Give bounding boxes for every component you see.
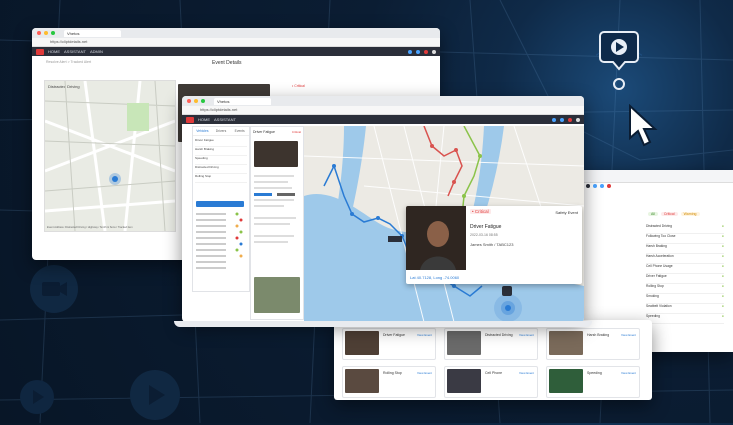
- top-nav: HOME ASSISTANT ADMIN: [32, 47, 440, 56]
- event-card[interactable]: Cell Phone View Event: [444, 366, 538, 398]
- browser-tab[interactable]: Vhetos: [214, 97, 271, 105]
- popup-type: Safety Event: [555, 210, 578, 215]
- popup-driver-photo[interactable]: [406, 206, 466, 270]
- view-event-link[interactable]: View Event: [621, 371, 636, 375]
- filter-warning[interactable]: Warning: [680, 212, 700, 216]
- filter-all[interactable]: All: [648, 212, 658, 216]
- event-card[interactable]: Rolling Stop View Event: [342, 366, 436, 398]
- browser-tab[interactable]: Vhetos: [64, 29, 121, 37]
- card-thumbnail[interactable]: [345, 331, 379, 355]
- nav-admin[interactable]: ADMIN: [90, 49, 103, 54]
- list-item[interactable]: Rolling Stop ●: [646, 284, 724, 294]
- breadcrumb[interactable]: Resolve Alert > Tracked Alert: [46, 60, 91, 64]
- nav-assistant[interactable]: ASSISTANT: [64, 49, 86, 54]
- list-item[interactable]: Cell Phone Usage ●: [646, 264, 724, 274]
- driver-panel: Driver Fatigue Critical: [250, 126, 304, 320]
- left-sidebar: Vehicles Drivers Events Driver Fatigue H…: [192, 126, 250, 292]
- filter-chips: All Critical Warning: [648, 212, 700, 216]
- view-event-link[interactable]: View Event: [417, 371, 432, 375]
- list-item[interactable]: Harsh Acceleration ●: [646, 254, 724, 264]
- popup-coords: Lat 40.7128, Long -74.0060: [410, 275, 460, 280]
- road-camera-thumbnail[interactable]: [254, 277, 300, 313]
- cursor-icon: [628, 103, 662, 153]
- card-title: Driver Fatigue: [383, 333, 405, 337]
- event-card[interactable]: Harsh Braking View Event: [546, 328, 640, 360]
- tab-drivers[interactable]: Drivers: [212, 127, 231, 135]
- event-card[interactable]: Speeding View Event: [546, 366, 640, 398]
- view-event-link[interactable]: View Event: [417, 333, 432, 337]
- tab-events[interactable]: Events: [230, 127, 249, 135]
- nav-home[interactable]: HOME: [48, 49, 60, 54]
- list-item[interactable]: Harsh Braking: [195, 147, 247, 156]
- tab-vehicles[interactable]: Vehicles: [193, 127, 212, 135]
- list-item[interactable]: Harsh Braking ●: [646, 244, 724, 254]
- brand-logo: [36, 48, 44, 55]
- card-title: Distracted Driving: [485, 333, 513, 337]
- list-item[interactable]: Speeding ●: [646, 314, 724, 324]
- list-item[interactable]: Smoking ●: [646, 294, 724, 304]
- card-thumbnail[interactable]: [447, 331, 481, 355]
- card-title: Rolling Stop: [383, 371, 402, 375]
- panel-badge: Critical: [291, 130, 301, 134]
- filter-critical[interactable]: Critical: [660, 212, 678, 216]
- top-nav: HOME ASSISTANT: [182, 115, 584, 124]
- card-title: Harsh Braking: [587, 333, 610, 337]
- view-event-link[interactable]: View Event: [621, 333, 636, 337]
- camera-icon: [30, 265, 78, 313]
- card-title: Cell Phone: [485, 371, 503, 375]
- card-thumbnail[interactable]: [549, 369, 583, 393]
- card-thumbnail[interactable]: [447, 369, 481, 393]
- event-map[interactable]: Distracted Driving Event Address: Distra…: [44, 80, 176, 232]
- map-caption: Event Address: Distracted Driving / High…: [47, 226, 133, 229]
- brand-logo: [186, 116, 194, 123]
- list-item[interactable]: Seatbelt Violation ●: [646, 304, 724, 314]
- list-item[interactable]: Driver Fatigue ●: [646, 274, 724, 284]
- event-popup[interactable]: • Critical Safety Event Driver Fatigue 2…: [406, 206, 582, 284]
- nav-home[interactable]: HOME: [198, 117, 210, 122]
- sidebar-list: Driver Fatigue Harsh Braking Speeding Di…: [193, 136, 249, 185]
- event-card[interactable]: Distracted Driving View Event: [444, 328, 538, 360]
- list-item[interactable]: Following Too Close ●: [646, 234, 724, 244]
- play-icon: [130, 370, 180, 420]
- list-item[interactable]: Distracted Driving ●: [646, 224, 724, 234]
- event-card[interactable]: Driver Fatigue View Event: [342, 328, 436, 360]
- view-event-link[interactable]: View Event: [519, 333, 534, 337]
- fleet-map[interactable]: • Critical Safety Event Driver Fatigue 2…: [304, 126, 584, 322]
- list-item[interactable]: Distracted Driving: [195, 165, 247, 174]
- play-icon: [20, 380, 54, 414]
- card-title: Speeding: [587, 371, 602, 375]
- severity-badge: • Critical: [292, 84, 305, 88]
- laptop-base: [174, 321, 592, 327]
- address-bar[interactable]: https://cliptdetails.net: [182, 106, 584, 115]
- browser-chrome: Vhetos: [32, 28, 440, 38]
- address-bar[interactable]: https://cliptdetails.net: [32, 38, 440, 47]
- nav-assistant[interactable]: ASSISTANT: [214, 117, 236, 122]
- card-thumbnail[interactable]: [549, 331, 583, 355]
- page-title: Event Details: [212, 60, 242, 66]
- card-thumbnail[interactable]: [345, 369, 379, 393]
- list-item[interactable]: Driver Fatigue: [195, 138, 247, 147]
- view-event-link[interactable]: View Event: [519, 371, 534, 375]
- event-cards-window: Driver Fatigue View Event Distracted Dri…: [334, 320, 652, 400]
- driver-video-thumbnail[interactable]: [254, 141, 298, 167]
- browser-chrome: Vhetos: [182, 96, 584, 106]
- pin-icon[interactable]: [502, 286, 512, 296]
- play-pin-icon: [578, 28, 660, 129]
- popup-title: Driver Fatigue: [470, 224, 502, 230]
- event-type-list: Distracted Driving ● Following Too Close ●…: [646, 224, 724, 324]
- popup-date: 2022-03-16 08:55: [470, 233, 498, 237]
- fleet-map-window: Vhetos https://cliptdetails.net HOME ASS…: [182, 96, 584, 322]
- list-item[interactable]: Speeding: [195, 156, 247, 165]
- list-item[interactable]: Rolling Stop: [195, 174, 247, 183]
- popup-severity: • Critical: [470, 209, 491, 214]
- popup-driver: James Smith / TABC123: [470, 242, 514, 247]
